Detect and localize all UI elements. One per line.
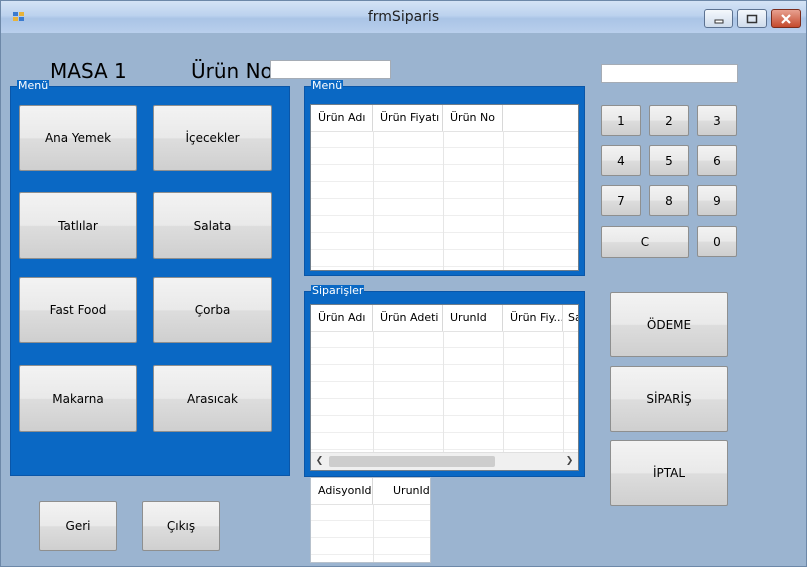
product-no-label: Ürün No	[191, 59, 273, 83]
keypad-clear-button[interactable]: C	[601, 226, 689, 258]
scroll-left-icon[interactable]: ❮	[313, 455, 326, 468]
column-header[interactable]: Ürün Adı	[311, 305, 373, 331]
keypad-button-7[interactable]: 7	[601, 185, 641, 216]
column-header	[503, 105, 578, 131]
keypad-button-9[interactable]: 9	[697, 185, 737, 216]
minimize-icon[interactable]	[704, 9, 733, 28]
keypad-button-4[interactable]: 4	[601, 145, 641, 176]
keypad-button-8[interactable]: 8	[649, 185, 689, 216]
calc-display-input[interactable]	[601, 64, 738, 83]
menu-items-grid[interactable]: Ürün Adı Ürün Fiyatı Ürün No	[310, 104, 579, 271]
window-title: frmSiparis	[367, 9, 440, 25]
category-button-tatlilar[interactable]: Tatlılar	[19, 192, 137, 259]
category-button-icecekler[interactable]: İçecekler	[153, 105, 272, 171]
keypad-button-3[interactable]: 3	[697, 105, 737, 136]
table-label: MASA 1	[50, 59, 127, 83]
horizontal-scrollbar[interactable]: ❮ ❯	[311, 452, 578, 470]
column-header[interactable]: Ürün Adı	[311, 105, 373, 131]
column-header[interactable]: Ürün Fiyatı	[373, 105, 443, 131]
back-button[interactable]: Geri	[39, 501, 117, 551]
form-client-area: MASA 1 Ürün No Menü Ana Yemek İçecekler …	[10, 33, 797, 563]
payment-button[interactable]: ÖDEME	[610, 292, 728, 357]
cancel-button[interactable]: İPTAL	[610, 440, 728, 506]
orders-caption: Siparişler	[311, 284, 365, 297]
scroll-right-icon[interactable]: ❯	[563, 455, 576, 468]
grid-rows	[311, 131, 578, 270]
product-no-input[interactable]	[270, 60, 391, 79]
category-button-makarna[interactable]: Makarna	[19, 365, 137, 432]
orders-grid[interactable]: Ürün Adı Ürün Adeti UrunId Ürün Fiy... S…	[310, 304, 579, 471]
title-bar[interactable]: frmSiparis	[1, 1, 806, 33]
category-button-ana-yemek[interactable]: Ana Yemek	[19, 105, 137, 171]
maximize-icon[interactable]	[737, 9, 767, 28]
column-header[interactable]: AdisyonId	[311, 478, 373, 504]
scroll-thumb[interactable]	[329, 456, 495, 467]
menu-items-group: Menü Ürün Adı Ürün Fiyatı Ürün No	[304, 80, 585, 276]
orders-grid-header: Ürün Adı Ürün Adeti UrunId Ürün Fiy... S…	[311, 305, 578, 332]
category-button-salata[interactable]: Salata	[153, 192, 272, 259]
keypad-button-0[interactable]: 0	[697, 226, 737, 257]
column-header[interactable]: Sa	[563, 305, 578, 331]
column-header[interactable]: UrunId	[373, 478, 430, 504]
grid-rows	[311, 504, 430, 562]
category-button-arasicak[interactable]: Arasıcak	[153, 365, 272, 432]
column-header[interactable]: Ürün No	[443, 105, 503, 131]
keypad-button-6[interactable]: 6	[697, 145, 737, 176]
category-button-fast-food[interactable]: Fast Food	[19, 277, 137, 343]
keypad-button-2[interactable]: 2	[649, 105, 689, 136]
close-icon[interactable]	[771, 9, 801, 28]
menu-category-group: Menü Ana Yemek İçecekler Tatlılar Salata…	[10, 80, 290, 476]
column-header[interactable]: UrunId	[443, 305, 503, 331]
form-window: frmSiparis MASA 1 Ürün No Menü Ana Yemek…	[0, 0, 807, 567]
column-header[interactable]: Ürün Fiy...	[503, 305, 563, 331]
keypad-button-5[interactable]: 5	[649, 145, 689, 176]
bill-grid-header: AdisyonId UrunId	[311, 478, 430, 505]
menu-items-caption: Menü	[311, 79, 344, 92]
grid-rows	[311, 331, 578, 453]
keypad-button-1[interactable]: 1	[601, 105, 641, 136]
category-button-corba[interactable]: Çorba	[153, 277, 272, 343]
column-header[interactable]: Ürün Adeti	[373, 305, 443, 331]
orders-group: Siparişler Ürün Adı Ürün Adeti UrunId Ür…	[304, 285, 585, 477]
menu-group-caption: Menü	[17, 79, 50, 92]
bill-grid[interactable]: AdisyonId UrunId	[310, 477, 431, 563]
order-button[interactable]: SİPARİŞ	[610, 366, 728, 432]
exit-button[interactable]: Çıkış	[142, 501, 220, 551]
menu-grid-header: Ürün Adı Ürün Fiyatı Ürün No	[311, 105, 578, 132]
